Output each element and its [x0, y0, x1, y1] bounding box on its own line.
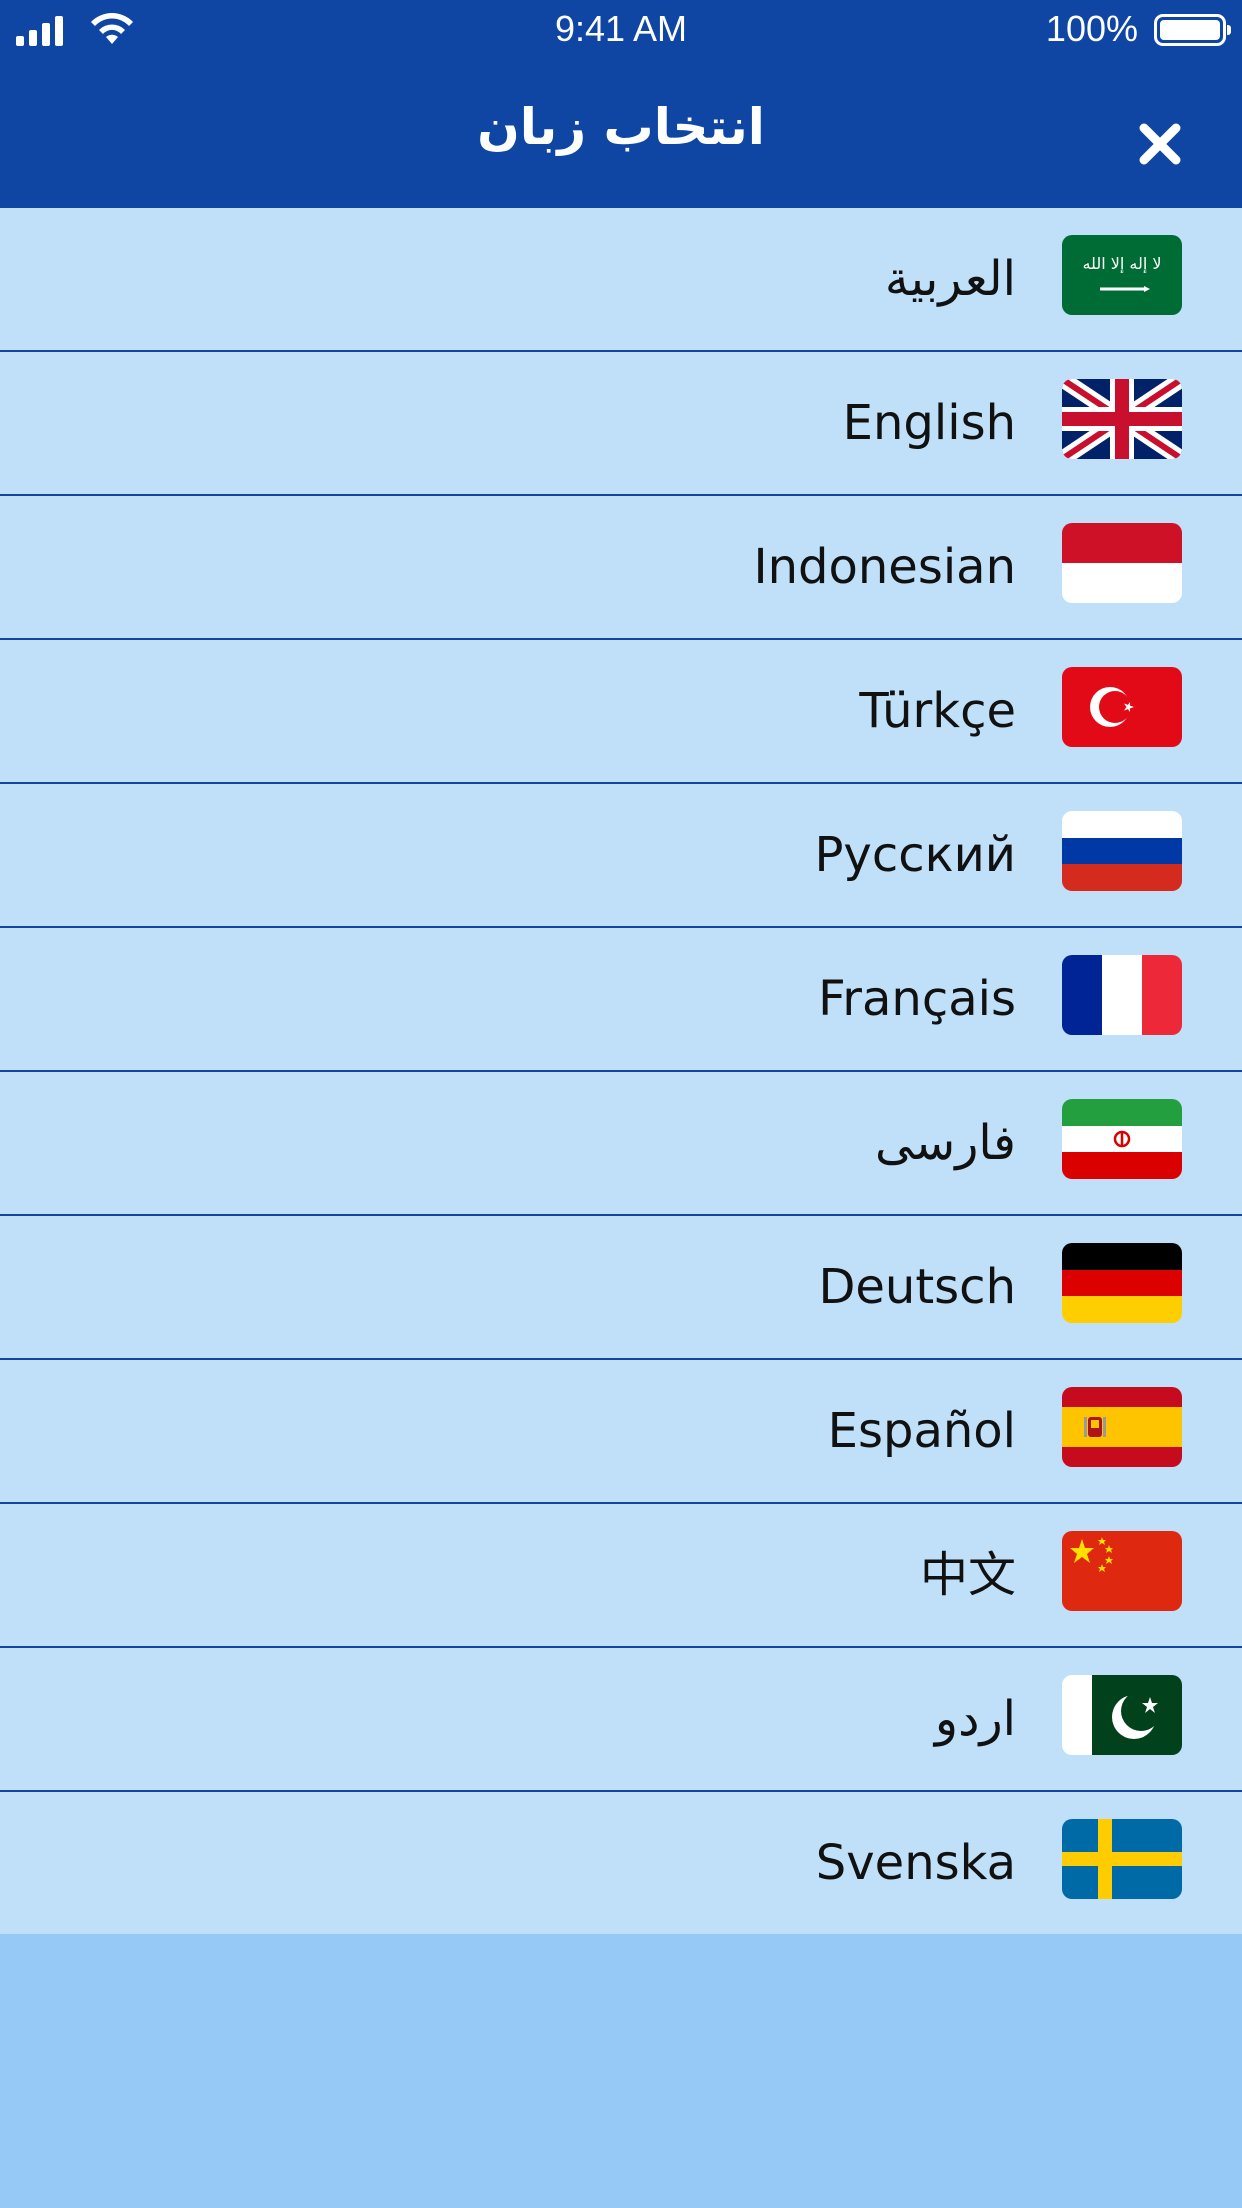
- united-kingdom-flag-icon: [1062, 379, 1182, 459]
- language-label: 中文: [919, 1547, 1016, 1603]
- language-label: Español: [827, 1403, 1016, 1459]
- language-item-indonesian[interactable]: Indonesian: [0, 496, 1242, 640]
- russia-flag-icon: [1062, 811, 1182, 891]
- language-label: Deutsch: [818, 1259, 1016, 1315]
- pakistan-flag-icon: [1062, 1675, 1182, 1755]
- france-flag-icon: [1062, 955, 1182, 1035]
- battery-percentage: 100%: [1045, 8, 1138, 49]
- indonesia-flag-icon: [1062, 523, 1182, 603]
- language-label: العربية: [884, 251, 1016, 307]
- germany-flag-icon: [1062, 1243, 1182, 1323]
- language-label: Svenska: [815, 1835, 1016, 1891]
- language-item-turkish[interactable]: Türkçe: [0, 640, 1242, 784]
- language-item-russian[interactable]: Русский: [0, 784, 1242, 928]
- language-item-persian[interactable]: فارسی: [0, 1072, 1242, 1216]
- iran-flag-icon: [1062, 1099, 1182, 1179]
- china-flag-icon: [1062, 1531, 1182, 1611]
- battery-icon: [1154, 14, 1231, 46]
- language-label: اردو: [934, 1691, 1016, 1747]
- language-item-german[interactable]: Deutsch: [0, 1216, 1242, 1360]
- language-item-arabic[interactable]: العربية ﻻ إله إلا الله: [0, 208, 1242, 352]
- sweden-flag-icon: [1062, 1819, 1182, 1899]
- language-item-english[interactable]: English: [0, 352, 1242, 496]
- language-label: Türkçe: [859, 683, 1016, 739]
- language-label: Indonesian: [753, 539, 1016, 595]
- language-item-chinese[interactable]: 中文: [0, 1504, 1242, 1648]
- close-button[interactable]: [1120, 104, 1200, 184]
- close-icon: [1139, 123, 1181, 165]
- turkey-flag-icon: [1062, 667, 1182, 747]
- spain-flag-icon: [1062, 1387, 1182, 1467]
- status-bar: 9:41 AM 100%: [0, 0, 1242, 62]
- language-list: العربية ﻻ إله إلا الله English Indonesia…: [0, 208, 1242, 1936]
- language-label: فارسی: [875, 1115, 1016, 1171]
- empty-area: [0, 1934, 1242, 2208]
- language-label: English: [842, 395, 1016, 451]
- page-title: انتخاب زبان: [477, 98, 765, 156]
- svg-text:ﻻ إله إلا الله: ﻻ إله إلا الله: [1082, 254, 1161, 273]
- header-bar: انتخاب زبان: [0, 62, 1242, 208]
- language-item-french[interactable]: Français: [0, 928, 1242, 1072]
- language-label: Русский: [814, 827, 1016, 883]
- language-item-swedish[interactable]: Svenska: [0, 1792, 1242, 1936]
- language-item-spanish[interactable]: Español: [0, 1360, 1242, 1504]
- language-item-urdu[interactable]: اردو: [0, 1648, 1242, 1792]
- language-label: Français: [818, 971, 1016, 1027]
- saudi-arabia-flag-icon: ﻻ إله إلا الله: [1062, 235, 1182, 315]
